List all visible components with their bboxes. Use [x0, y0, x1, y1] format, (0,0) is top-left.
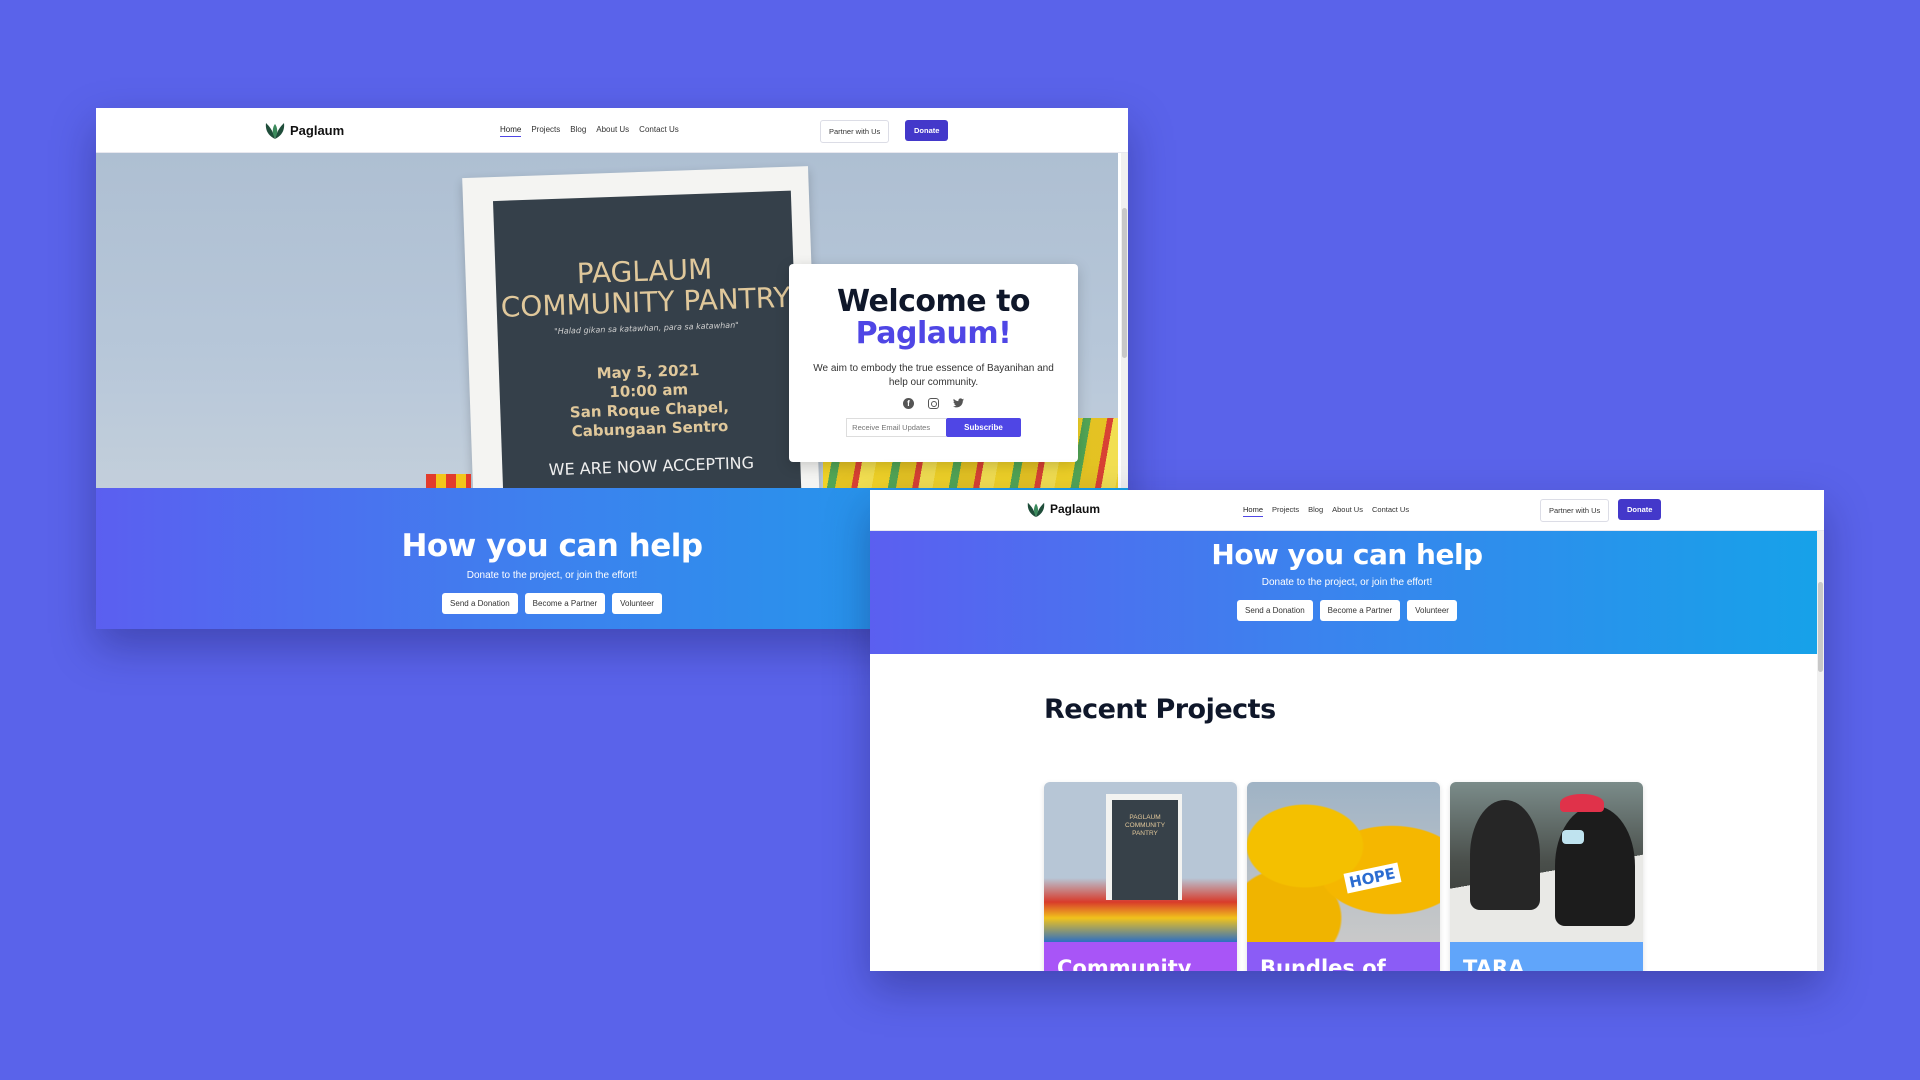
nav-link-about[interactable]: About Us	[596, 125, 629, 137]
donate-button[interactable]: Donate	[1618, 499, 1662, 520]
welcome-title: Welcome to Paglaum!	[789, 286, 1078, 350]
welcome-card: Welcome to Paglaum! We aim to embody the…	[789, 264, 1078, 462]
brand-name: Paglaum	[290, 122, 345, 138]
volunteer-button[interactable]: Volunteer	[1407, 600, 1457, 621]
project-card-community[interactable]: PAGLAUM COMMUNITY PANTRY Community	[1044, 782, 1237, 971]
facebook-icon[interactable]: f	[903, 398, 914, 409]
scrollbar-thumb[interactable]	[1122, 208, 1127, 358]
paglaum-logo-icon	[265, 123, 285, 139]
paglaum-logo-icon	[1027, 502, 1045, 518]
project-card-tara[interactable]: TARA	[1450, 782, 1643, 971]
hero-section: PAGLAUM COMMUNITY PANTRY "Halad gikan sa…	[96, 152, 1118, 488]
nav-link-blog[interactable]: Blog	[1308, 505, 1323, 517]
welcome-line1: Welcome to	[836, 284, 1031, 319]
nav-links: Home Projects Blog About Us Contact Us	[500, 125, 679, 137]
send-donation-button[interactable]: Send a Donation	[442, 593, 518, 614]
nav-link-projects[interactable]: Projects	[1272, 505, 1299, 517]
nav-link-contact[interactable]: Contact Us	[639, 125, 679, 137]
twitter-icon[interactable]	[953, 398, 964, 409]
hero-poster-image: PAGLAUM COMMUNITY PANTRY "Halad gikan sa…	[462, 166, 820, 488]
partner-button[interactable]: Partner with Us	[1540, 499, 1610, 522]
mini-poster-text: PAGLAUM COMMUNITY PANTRY	[1112, 800, 1178, 900]
project-card-image: PAGLAUM COMMUNITY PANTRY	[1044, 782, 1237, 942]
project-card-label: TARA	[1450, 942, 1643, 971]
project-card-image	[1450, 782, 1643, 942]
snack-packs-left	[426, 474, 471, 488]
top-nav: Paglaum Home Projects Blog About Us Cont…	[870, 490, 1824, 531]
volunteer-figure	[1555, 806, 1635, 926]
social-links: f	[789, 398, 1078, 409]
welcome-brand: Paglaum!	[855, 316, 1012, 351]
nav-link-blog[interactable]: Blog	[570, 125, 586, 137]
become-partner-button[interactable]: Become a Partner	[1319, 600, 1401, 621]
brand-logo[interactable]: Paglaum	[262, 120, 344, 140]
scrollbar[interactable]	[1817, 490, 1824, 971]
become-partner-button[interactable]: Become a Partner	[524, 593, 606, 614]
help-title: How you can help	[1211, 538, 1483, 571]
nav-link-home[interactable]: Home	[1243, 505, 1264, 517]
homepage-window-scrolled: Paglaum Home Projects Blog About Us Cont…	[870, 490, 1824, 971]
partner-button[interactable]: Partner with Us	[820, 120, 890, 143]
project-card-label: Community	[1044, 942, 1237, 971]
email-updates-input[interactable]	[846, 418, 947, 437]
nav-link-projects[interactable]: Projects	[531, 125, 560, 137]
nav-link-about[interactable]: About Us	[1332, 505, 1363, 517]
help-subtitle: Donate to the project, or join the effor…	[1261, 577, 1433, 588]
instagram-icon[interactable]	[928, 398, 939, 409]
help-section: How you can help Donate to the project, …	[870, 530, 1824, 654]
recent-projects-title: Recent Projects	[1044, 694, 1276, 725]
send-donation-button[interactable]: Send a Donation	[1237, 600, 1313, 621]
volunteer-figure	[1470, 800, 1540, 910]
brand-name: Paglaum	[1050, 502, 1101, 516]
hope-tag: HOPE	[1343, 862, 1402, 894]
subscribe-button[interactable]: Subscribe	[946, 418, 1021, 437]
nav-link-home[interactable]: Home	[500, 125, 522, 137]
donate-button[interactable]: Donate	[905, 120, 949, 141]
top-nav: Paglaum Home Projects Blog About Us Cont…	[96, 108, 1128, 153]
scrollbar[interactable]	[1121, 108, 1128, 488]
project-card-bundles[interactable]: HOPE Bundles of	[1247, 782, 1440, 971]
project-card-label: Bundles of	[1247, 942, 1440, 971]
scrollbar-thumb[interactable]	[1818, 582, 1823, 672]
brand-logo[interactable]: Paglaum	[1024, 500, 1100, 518]
red-cap	[1560, 794, 1604, 812]
project-card-image: HOPE	[1247, 782, 1440, 942]
poster-accepting: WE ARE NOW ACCEPTING	[548, 453, 755, 480]
nav-links: Home Projects Blog About Us Contact Us	[1243, 505, 1409, 517]
nav-link-contact[interactable]: Contact Us	[1372, 505, 1409, 517]
face-mask	[1562, 830, 1584, 844]
volunteer-button[interactable]: Volunteer	[612, 593, 662, 614]
welcome-subtitle: We aim to embody the true essence of Bay…	[813, 363, 1054, 388]
